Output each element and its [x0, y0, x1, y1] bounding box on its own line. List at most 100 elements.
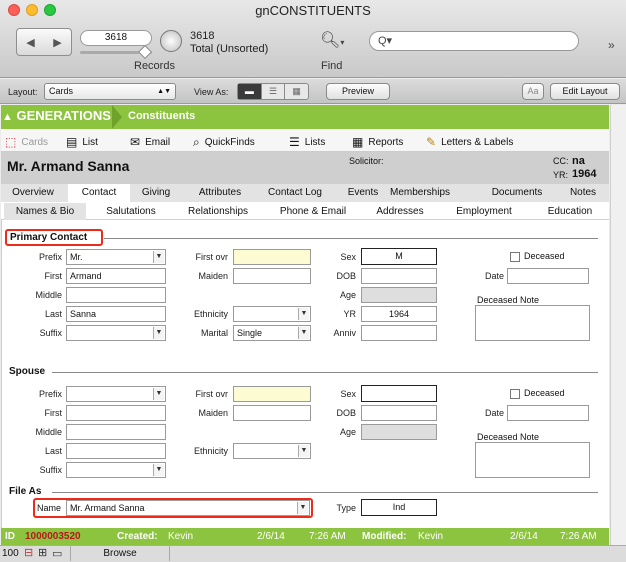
section-divider	[104, 238, 598, 239]
spouse-first-field[interactable]	[66, 405, 166, 421]
marital-select[interactable]: Single ▼	[233, 325, 311, 341]
chevron-down-icon: ▼	[298, 308, 309, 320]
tab-documents[interactable]: Documents	[484, 184, 550, 202]
chevron-down-icon: ▼	[153, 327, 164, 339]
spouse-deceased-checkbox[interactable]	[510, 389, 520, 399]
spouse-deceased-date-field[interactable]	[507, 405, 589, 421]
created-by: Kevin	[168, 531, 194, 542]
nav-reports[interactable]: ▦ Reports	[352, 135, 403, 149]
spouse-dob-field[interactable]	[361, 405, 437, 421]
deceased-label: Deceased	[524, 251, 565, 261]
toggle-status-area-icon[interactable]: ▭	[52, 547, 62, 560]
tab-salutations[interactable]: Salutations	[96, 203, 166, 220]
chevron-down-icon: ▼	[153, 388, 164, 400]
previous-record-icon[interactable]: ◀	[26, 36, 34, 49]
spouse-ethnicity-select[interactable]: ▼	[233, 443, 311, 459]
nav-label: Cards	[21, 136, 49, 148]
tab-contact-log[interactable]: Contact Log	[262, 184, 328, 202]
chevron-down-icon: ▼	[298, 445, 309, 457]
tab-memberships[interactable]: Memberships	[372, 184, 468, 202]
tab-names-bio[interactable]: Names & Bio	[4, 203, 86, 220]
sex-label: Sex	[340, 252, 356, 262]
tab-addresses[interactable]: Addresses	[370, 203, 430, 220]
tab-giving[interactable]: Giving	[133, 184, 179, 202]
first-ovr-label: First ovr	[195, 252, 229, 262]
tab-employment[interactable]: Employment	[449, 203, 519, 220]
first-name-field[interactable]: Armand	[66, 268, 166, 284]
nav-letters-labels[interactable]: ✎ Letters & Labels	[426, 135, 513, 149]
spouse-sex-field[interactable]	[361, 385, 437, 402]
find-button[interactable]: 🔍︎▾	[320, 30, 350, 54]
spouse-prefix-select[interactable]: ▼	[66, 386, 166, 402]
total-status: Total (Unsorted)	[190, 43, 269, 55]
list-view-icon[interactable]: ☰	[262, 84, 286, 99]
preview-button[interactable]: Preview	[326, 83, 390, 100]
spouse-prefix-label: Prefix	[38, 389, 62, 399]
middle-name-field[interactable]	[66, 287, 166, 303]
layout-select[interactable]: Cards ▲▼	[44, 83, 176, 100]
date-label: Date	[484, 271, 504, 281]
tab-contact[interactable]: Contact	[68, 184, 130, 202]
chevron-down-icon: ▼	[297, 502, 308, 514]
search-input[interactable]: Q▾	[369, 31, 579, 51]
deceased-date-field[interactable]	[507, 268, 589, 284]
spouse-deceased-label: Deceased	[524, 388, 565, 398]
dob-field[interactable]	[361, 268, 437, 284]
file-as-type-field[interactable]: Ind	[361, 499, 437, 516]
marital-value: Single	[237, 328, 263, 338]
zoom-in-icon[interactable]: ⊞	[38, 546, 47, 559]
sex-field[interactable]: M	[361, 248, 437, 265]
tab-attributes[interactable]: Attributes	[190, 184, 250, 202]
table-view-icon[interactable]: ▦	[285, 84, 308, 99]
next-record-icon[interactable]: ▶	[53, 36, 61, 49]
current-record-field[interactable]: 3618	[80, 30, 152, 46]
yr-field[interactable]: 1964	[361, 306, 437, 322]
nav-email[interactable]: ✉ Email	[130, 135, 170, 149]
tab-notes[interactable]: Notes	[563, 184, 603, 202]
mode-indicator[interactable]: Browse	[70, 546, 170, 561]
edit-layout-button[interactable]: Edit Layout	[550, 83, 620, 100]
deceased-checkbox[interactable]	[510, 252, 520, 262]
anniv-field[interactable]	[361, 325, 437, 341]
tab-relationships[interactable]: Relationships	[182, 203, 254, 220]
vertical-scrollbar[interactable]	[610, 105, 626, 545]
suffix-select[interactable]: ▼	[66, 325, 166, 341]
maiden-field[interactable]	[233, 268, 311, 284]
spouse-last-label: Last	[44, 446, 62, 456]
ethnicity-label: Ethnicity	[193, 309, 228, 319]
spouse-suffix-select[interactable]: ▼	[66, 462, 166, 478]
record-navigator[interactable]: ◀ ▶	[16, 28, 72, 56]
age-field	[361, 287, 437, 303]
modified-by: Kevin	[418, 531, 444, 542]
spouse-middle-field[interactable]	[66, 424, 166, 440]
tab-overview[interactable]: Overview	[4, 184, 62, 202]
chevron-down-icon: ▼	[153, 464, 164, 476]
tab-phone-email[interactable]: Phone & Email	[274, 203, 352, 220]
last-name-field[interactable]: Sanna	[66, 306, 166, 322]
nav-quickfinds[interactable]: ⌕ QuickFinds	[193, 135, 255, 150]
first-ovr-field[interactable]	[233, 249, 311, 265]
nav-cards[interactable]: ⬚ Cards	[5, 135, 48, 149]
yr-value: 1964	[572, 168, 597, 180]
prefix-select[interactable]: Mr. ▼	[66, 249, 166, 265]
spouse-deceased-note-field[interactable]	[475, 442, 590, 478]
text-size-button[interactable]: Aa	[522, 83, 544, 100]
age-label: Age	[339, 290, 356, 300]
nav-lists[interactable]: ☰ Lists	[289, 135, 325, 149]
spouse-last-field[interactable]	[66, 443, 166, 459]
deceased-note-field[interactable]	[475, 305, 590, 341]
spouse-first-ovr-field[interactable]	[233, 386, 311, 402]
file-as-name-select[interactable]: Mr. Armand Sanna ▼	[66, 500, 310, 516]
toolbar-overflow-icon[interactable]: »	[608, 38, 615, 52]
ethnicity-select[interactable]: ▼	[233, 306, 311, 322]
spouse-maiden-field[interactable]	[233, 405, 311, 421]
modified-time: 7:26 AM	[560, 531, 597, 542]
nav-list[interactable]: ▤ List	[66, 135, 98, 149]
chevron-down-icon: ▼	[298, 327, 309, 339]
form-view-icon[interactable]: ▬	[238, 84, 262, 99]
view-as-segmented[interactable]: ▬ ☰ ▦	[237, 83, 309, 100]
tab-education[interactable]: Education	[540, 203, 600, 220]
zoom-out-icon[interactable]: ⊟	[24, 546, 33, 559]
section-divider	[52, 372, 598, 373]
generations-logo: ▲ GENERATIONS	[2, 108, 111, 123]
